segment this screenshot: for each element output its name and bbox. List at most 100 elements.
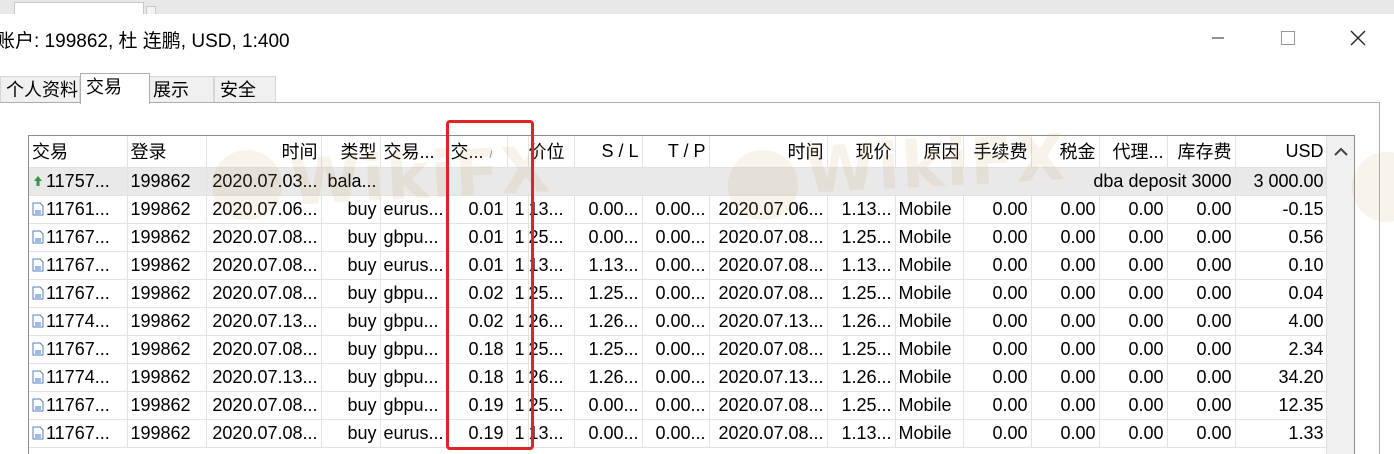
tab-bar: 个人资料 交易 展示 安全 [0,73,1394,104]
tab-security[interactable]: 安全 [214,76,276,103]
cell-swap: 0.00 [1167,335,1236,364]
cell-symbol: gbpu... [380,335,448,364]
cell-ticket: 11767... [29,391,128,420]
cell-current-price: 1.13... [827,251,896,280]
watermark-logo-3 [1352,152,1394,222]
tab-underline [0,102,1380,103]
position-doc-icon [32,202,44,215]
balance-time: 2020.07.03... [206,167,322,196]
maximize-button[interactable] [1253,14,1323,62]
col-header-open-time[interactable]: 时间 [206,136,322,168]
cell-close-time: 2020.07.08... [709,279,828,308]
balance-type: bala... [321,167,381,196]
col-header-sl[interactable]: S / L [574,136,643,168]
cell-tp: 0.00... [642,223,710,252]
table-row[interactable]: 11767... 199862 2020.07.08... buy gbpu... 0.1… [29,335,1328,364]
table-row[interactable]: 11767... 199862 2020.07.08... buy gbpu... 0.1… [29,391,1328,420]
cell-reason: Mobile [895,279,964,308]
position-doc-icon [32,370,44,383]
cell-commission: 0.00 [963,391,1032,420]
cell-price: 26... [528,363,575,392]
table-row[interactable]: 11774... 199862 2020.07.13... buy gbpu... 0.0… [29,307,1328,336]
cell-current-price: 1.13... [827,195,896,224]
scroll-up-button[interactable] [1327,136,1354,167]
table-row[interactable]: 11774... 199862 2020.07.13... buy gbpu... 0.1… [29,363,1328,392]
cell-blank: 1 [507,279,529,308]
ticket-number: 11767... [46,394,110,415]
cell-reason: Mobile [895,223,964,252]
col-header-usd[interactable]: USD [1235,136,1328,168]
col-header-current-price[interactable]: 现价 [827,136,896,168]
cell-usd: 0.04 [1235,279,1328,308]
cell-ticket: 11767... [29,335,128,364]
col-header-symbol[interactable]: 交易... [380,136,448,168]
cell-ticket: 11767... [29,419,128,448]
cell-open-time: 2020.07.13... [206,307,322,336]
tab-trading[interactable]: 交易 [80,73,150,104]
col-header-close-time[interactable]: 时间 [709,136,828,168]
cell-login: 199862 [127,419,207,448]
col-header-tax[interactable]: 税金 [1031,136,1100,168]
balance-comment: dba deposit 3000 [380,167,1236,196]
table-row[interactable]: 11767... 199862 2020.07.08... buy gbpu... 0.0… [29,279,1328,308]
cell-open-time: 2020.07.08... [206,391,322,420]
cell-commission: 0.00 [963,223,1032,252]
title-bar: 账户: 199862, 杜 连鹏, USD, 1:400 [0,14,1394,64]
vertical-scrollbar[interactable] [1326,136,1354,454]
cell-tax: 0.00 [1031,223,1100,252]
cell-close-time: 2020.07.08... [709,419,828,448]
ticket-number: 11767... [46,282,110,303]
balance-row[interactable]: 11757... 199862 2020.07.03... bala... db… [29,167,1328,196]
cell-tp: 0.00... [642,363,710,392]
cell-volume: 0.01 [447,251,508,280]
cell-usd: 4.00 [1235,307,1328,336]
col-header-ticket[interactable]: 交易 [29,136,128,168]
cell-swap: 0.00 [1167,391,1236,420]
cell-type: buy [321,279,381,308]
cell-open-time: 2020.07.08... [206,223,322,252]
cell-current-price: 1.13... [827,419,896,448]
window-title: 账户: 199862, 杜 连鹏, USD, 1:400 [0,31,290,52]
cell-price: 25... [528,223,575,252]
col-header-agent[interactable]: 代理... [1099,136,1168,168]
content-border [1379,102,1380,454]
trade-table: 交易 登录 时间 类型 交易... 交... / 价位 S / L T / P 时… [29,136,1328,448]
cell-login: 199862 [127,223,207,252]
cell-open-time: 2020.07.08... [206,251,322,280]
minimize-button[interactable] [1183,14,1253,62]
table-row[interactable]: 11767... 199862 2020.07.08... buy gbpu... 0.0… [29,223,1328,252]
col-header-login[interactable]: 登录 [127,136,207,168]
trade-list-panel: 交易 登录 时间 类型 交易... 交... / 价位 S / L T / P 时… [28,135,1355,454]
cell-price: 13... [528,195,575,224]
col-header-volume[interactable]: 交... / [447,136,508,168]
table-row[interactable]: 11767... 199862 2020.07.08... buy eurus... 0.… [29,419,1328,448]
col-header-tp[interactable]: T / P [642,136,710,168]
cell-agent: 0.00 [1099,391,1168,420]
cell-volume: 0.18 [447,335,508,364]
col-header-swap[interactable]: 库存费 [1167,136,1236,168]
cell-ticket: 11774... [29,363,128,392]
tab-profile[interactable]: 个人资料 [0,76,80,103]
tab-display[interactable]: 展示 [147,76,214,103]
cell-login: 199862 [127,335,207,364]
col-header-blank[interactable] [507,136,529,168]
cell-symbol: eurus... [380,251,448,280]
ticket-number: 11767... [46,254,110,275]
table-row[interactable]: 11767... 199862 2020.07.08... buy eurus... 0.… [29,251,1328,280]
cell-usd: 12.35 [1235,391,1328,420]
col-header-price[interactable]: 价位 [528,136,575,168]
cell-agent: 0.00 [1099,419,1168,448]
cell-login: 199862 [127,363,207,392]
close-icon [1350,30,1366,46]
col-header-reason[interactable]: 原因 [895,136,964,168]
cell-volume: 0.01 [447,223,508,252]
close-button[interactable] [1323,14,1393,62]
col-header-commission[interactable]: 手续费 [963,136,1032,168]
cell-usd: 34.20 [1235,363,1328,392]
cell-open-time: 2020.07.08... [206,335,322,364]
cell-blank: 1 [507,419,529,448]
parent-tab-strip [0,0,1394,16]
cell-type: buy [321,335,381,364]
table-row[interactable]: 11761... 199862 2020.07.06... buy eurus... 0.… [29,195,1328,224]
col-header-type[interactable]: 类型 [321,136,381,168]
